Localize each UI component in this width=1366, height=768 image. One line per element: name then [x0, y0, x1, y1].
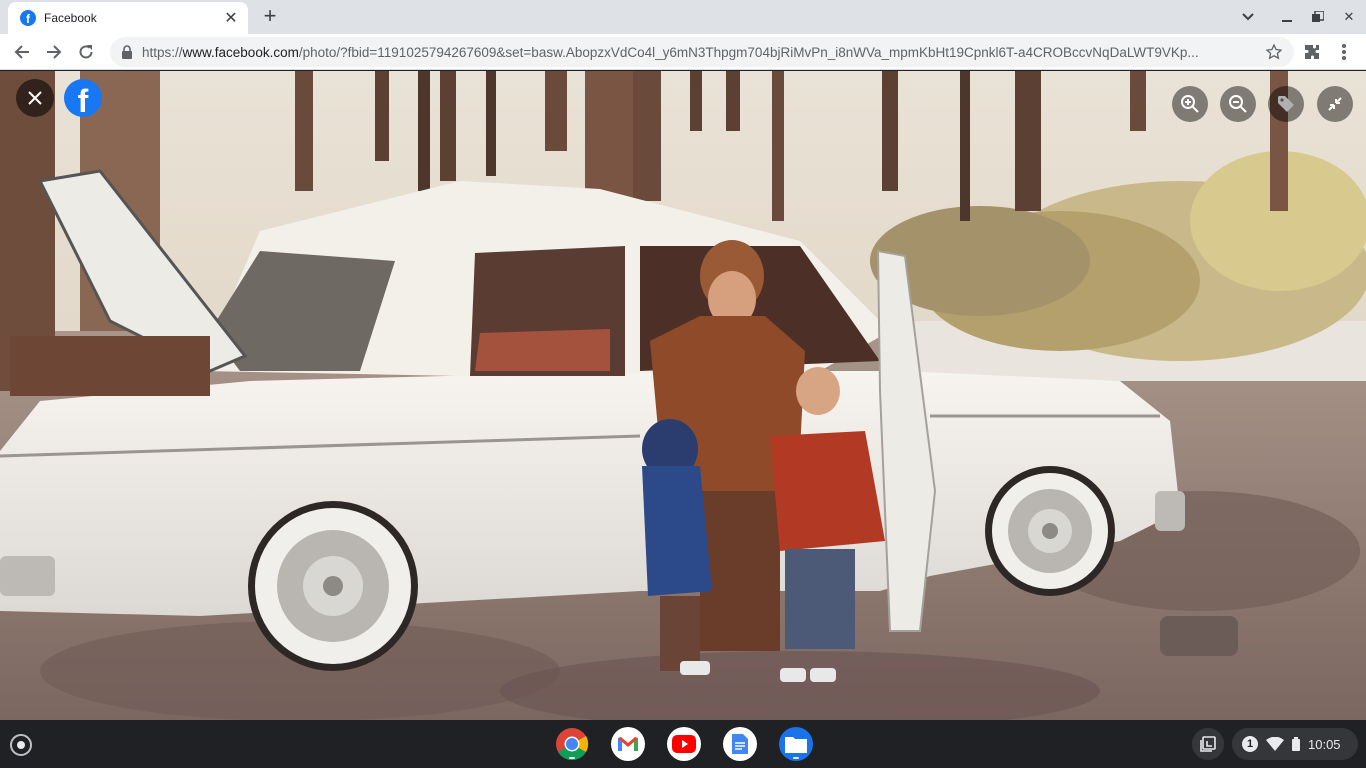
facebook-logo-icon: f	[77, 83, 89, 119]
extensions-icon[interactable]	[1298, 38, 1326, 66]
clock-time: 10:05	[1308, 736, 1341, 752]
new-tab-button[interactable]: +	[258, 3, 282, 28]
tag-photo-button[interactable]	[1268, 86, 1304, 122]
tab-title: Facebook	[44, 11, 97, 25]
photo[interactable]	[0, 71, 1366, 720]
close-tab-icon[interactable]: ✕	[222, 9, 240, 27]
facebook-logo[interactable]: f	[64, 79, 102, 119]
url-text: https://www.facebook.com/photo/?fbid=119…	[142, 44, 1199, 60]
photo-viewer: f	[0, 71, 1366, 720]
back-icon[interactable]	[8, 38, 36, 66]
shelf: 1 10:05	[0, 720, 1366, 768]
exit-fullscreen-icon	[1328, 97, 1342, 111]
gmail-app[interactable]	[611, 727, 645, 761]
files-running-indicator	[793, 757, 799, 759]
browser-menu-icon[interactable]	[1330, 38, 1358, 66]
files-folder-icon	[785, 737, 807, 753]
bookmark-star-icon[interactable]	[1266, 44, 1282, 60]
youtube-app[interactable]	[667, 727, 701, 761]
wifi-icon	[1266, 737, 1284, 751]
tab-search-chevron-icon[interactable]	[1233, 0, 1263, 34]
lock-icon[interactable]	[120, 45, 134, 59]
docs-icon	[732, 734, 748, 754]
launcher-icon[interactable]	[10, 734, 32, 756]
notification-count: 1	[1242, 736, 1258, 752]
gmail-icon	[618, 737, 638, 751]
forward-icon[interactable]	[40, 38, 68, 66]
minimize-icon[interactable]	[1272, 0, 1302, 34]
browser-toolbar: https://www.facebook.com/photo/?fbid=119…	[0, 34, 1366, 70]
close-window-icon[interactable]: ✕	[1334, 0, 1364, 34]
exit-fullscreen-button[interactable]	[1317, 86, 1353, 122]
docs-app[interactable]	[723, 727, 757, 761]
files-app[interactable]	[779, 727, 813, 761]
holding-space-button[interactable]	[1192, 728, 1224, 760]
zoom-out-button[interactable]	[1220, 86, 1256, 122]
zoom-in-icon	[1181, 95, 1199, 113]
zoom-out-icon	[1229, 95, 1247, 113]
tab-facebook[interactable]: f Facebook ✕	[8, 2, 248, 34]
reload-icon[interactable]	[72, 38, 100, 66]
zoom-in-button[interactable]	[1172, 86, 1208, 122]
chrome-icon	[556, 728, 589, 761]
close-photo-button[interactable]	[16, 79, 54, 117]
facebook-favicon-icon: f	[20, 10, 36, 26]
status-tray[interactable]: 1 10:05	[1232, 728, 1358, 760]
youtube-icon	[672, 735, 696, 753]
chrome-app[interactable]	[555, 727, 589, 761]
address-bar[interactable]: https://www.facebook.com/photo/?fbid=119…	[110, 37, 1294, 67]
close-icon	[28, 91, 42, 105]
restore-icon[interactable]	[1303, 0, 1333, 34]
chrome-running-indicator	[569, 757, 575, 759]
battery-icon	[1292, 737, 1300, 751]
holding-space-icon	[1200, 736, 1216, 752]
tab-strip: f Facebook ✕ + ✕	[0, 0, 1366, 34]
tag-icon	[1278, 96, 1294, 112]
